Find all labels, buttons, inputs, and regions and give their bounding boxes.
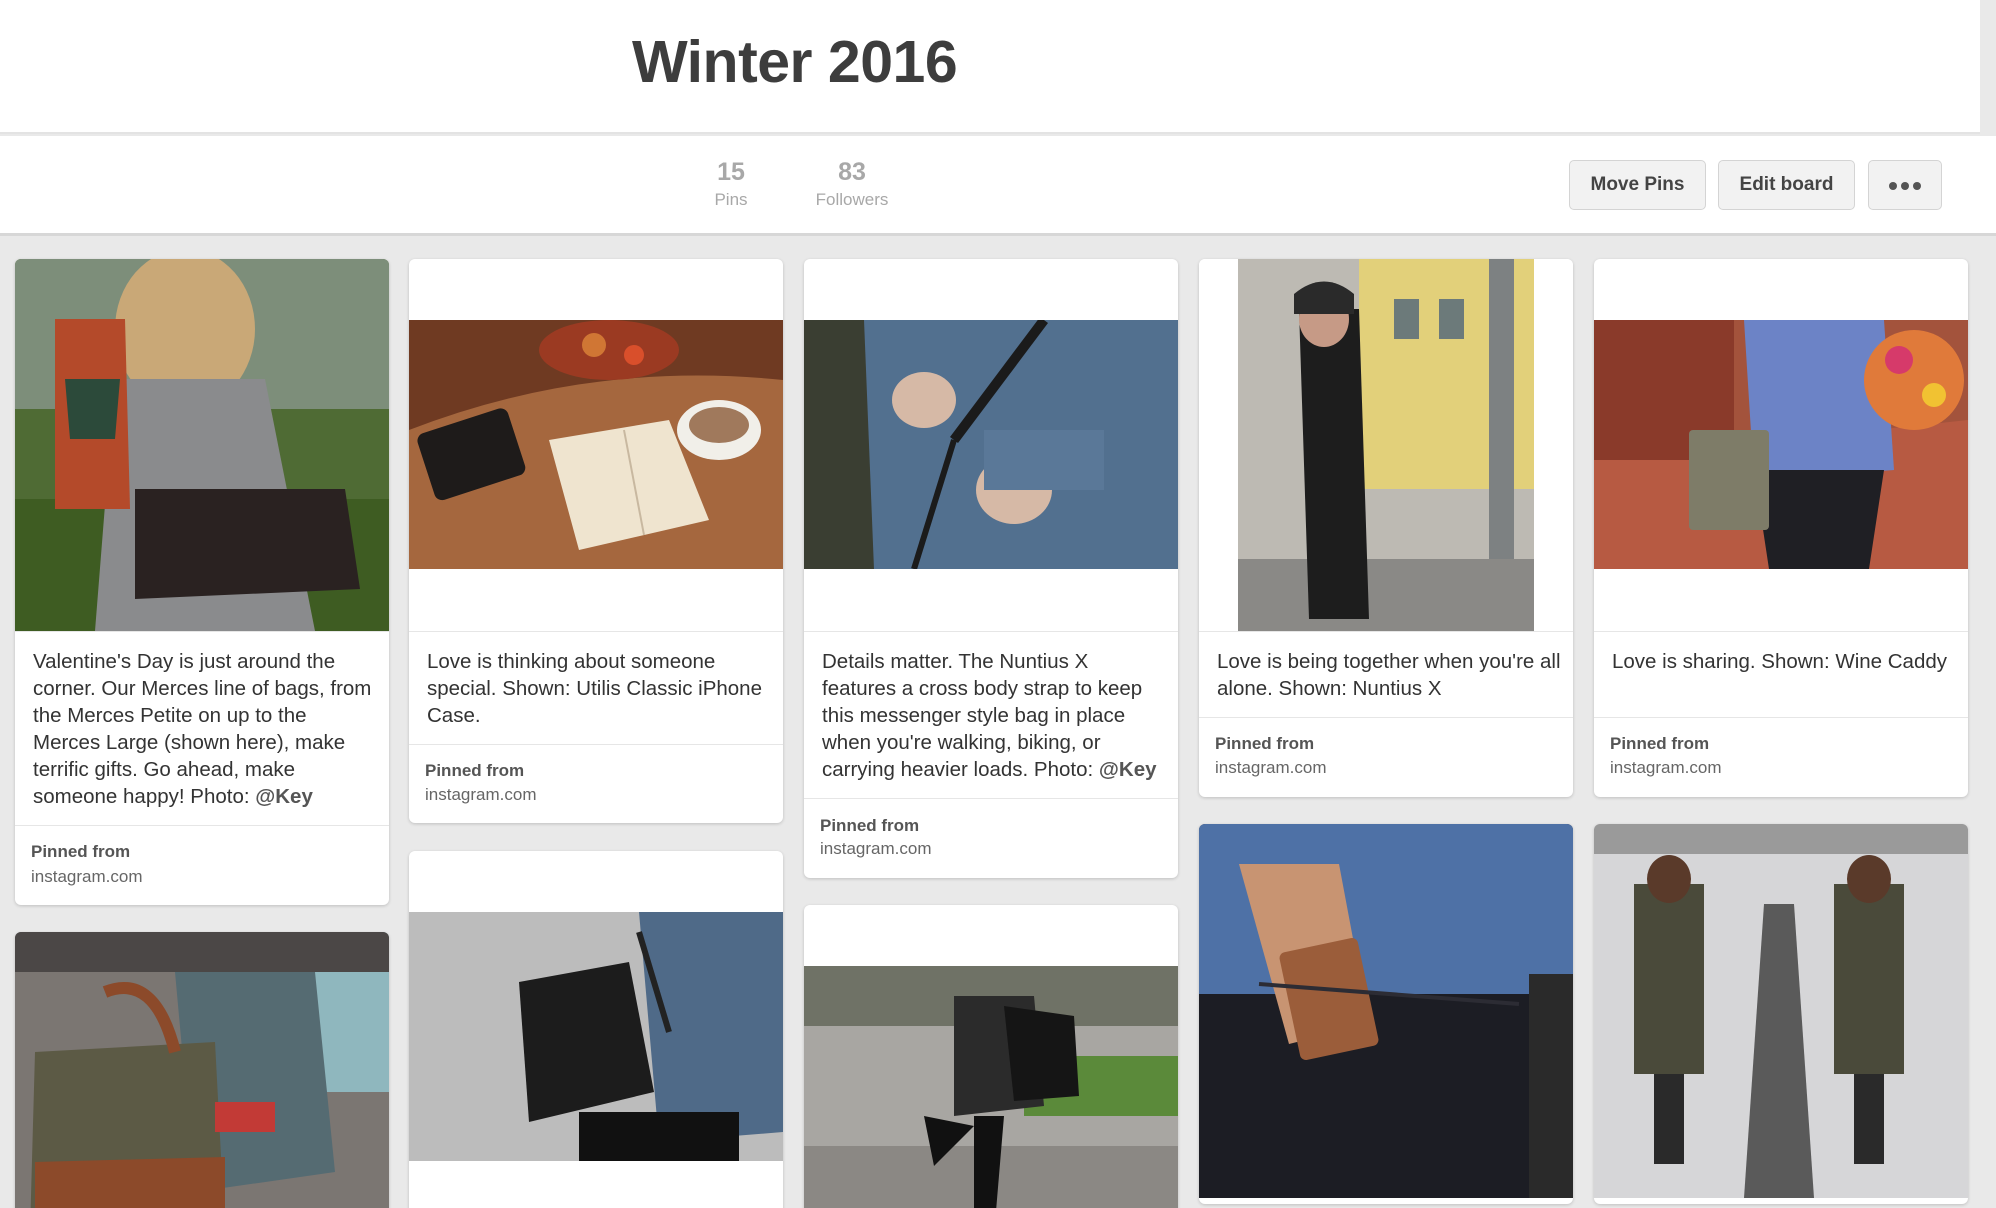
pin-card[interactable]: Love is being together when you're all a… — [1199, 259, 1573, 797]
edit-board-button[interactable]: Edit board — [1718, 160, 1855, 210]
pin-image-man-plaid-backpack[interactable] — [804, 966, 1178, 1208]
pin-card[interactable] — [1199, 824, 1573, 1204]
pin-image-denim-shirt-strap[interactable] — [804, 320, 1178, 569]
pin-image-man-wine-caddy-flowers[interactable] — [1594, 320, 1968, 569]
pin-description-text: Valentine's Day is just around the corne… — [33, 650, 372, 808]
pin-image-backpack-reflection[interactable] — [1594, 824, 1968, 1198]
pin-source-link[interactable]: instagram.com — [820, 839, 931, 859]
pin-mention-link[interactable]: @Key — [255, 785, 313, 808]
more-dots-icon — [1887, 174, 1923, 196]
pins-count: 15 — [717, 158, 745, 186]
pin-description: Love is thinking about someone special. … — [427, 650, 762, 727]
move-pins-button[interactable]: Move Pins — [1569, 160, 1706, 210]
pin-image-book-coffee-iphone[interactable] — [409, 320, 783, 569]
pin-card[interactable]: Details matter. The Nuntius X features a… — [804, 259, 1178, 878]
pin-card[interactable] — [409, 851, 783, 1208]
pinned-from-label: Pinned from — [1610, 734, 1710, 753]
pin-card[interactable]: Love is thinking about someone special. … — [409, 259, 783, 823]
followers-count: 83 — [838, 158, 866, 186]
pin-description: Valentine's Day is just around the corne… — [33, 648, 378, 810]
more-options-button[interactable] — [1868, 160, 1942, 210]
pin-card[interactable] — [804, 905, 1178, 1208]
pin-source-link[interactable]: instagram.com — [1215, 758, 1326, 778]
pin-card[interactable] — [1594, 824, 1968, 1204]
pin-card[interactable]: Love is sharing. Shown: Wine Caddy Pinne… — [1594, 259, 1968, 797]
pin-description-text: Details matter. The Nuntius X features a… — [822, 650, 1143, 781]
pin-description: Love is being together when you're all a… — [1217, 650, 1561, 700]
followers-count-link[interactable]: 83 Followers — [806, 158, 898, 210]
pins-count-link[interactable]: 15 Pins — [700, 158, 762, 210]
pin-mention-link[interactable]: @Key — [1099, 758, 1157, 781]
pinned-from-label: Pinned from — [31, 842, 131, 861]
pins-label: Pins — [714, 190, 748, 209]
board-header: Winter 2016 — [0, 0, 1980, 134]
followers-label: Followers — [815, 190, 889, 209]
pinned-from-label: Pinned from — [425, 761, 525, 780]
pin-image-woman-tote-bag[interactable] — [15, 259, 389, 631]
pin-image-black-shoulder-bag[interactable] — [409, 912, 783, 1161]
pin-image-duffel-bag-patterned-leggings[interactable] — [15, 932, 389, 1208]
pin-image-wallet-in-pocket[interactable] — [1199, 824, 1573, 1198]
pin-source-link[interactable]: instagram.com — [1610, 758, 1721, 778]
pin-description: Love is sharing. Shown: Wine Caddy — [1612, 650, 1948, 673]
pin-image-man-on-bridge[interactable] — [1199, 259, 1573, 631]
pin-card[interactable]: Valentine's Day is just around the corne… — [15, 259, 389, 905]
pinned-from-label: Pinned from — [820, 816, 920, 835]
board-title: Winter 2016 — [632, 29, 958, 95]
pin-card[interactable] — [15, 932, 389, 1208]
board-stats-bar: 15 Pins 83 Followers Move Pins Edit boar… — [0, 136, 1996, 236]
pin-source-link[interactable]: instagram.com — [31, 867, 142, 887]
pin-source-link[interactable]: instagram.com — [425, 785, 536, 805]
pin-description: Details matter. The Nuntius X features a… — [822, 648, 1167, 783]
pinned-from-label: Pinned from — [1215, 734, 1315, 753]
